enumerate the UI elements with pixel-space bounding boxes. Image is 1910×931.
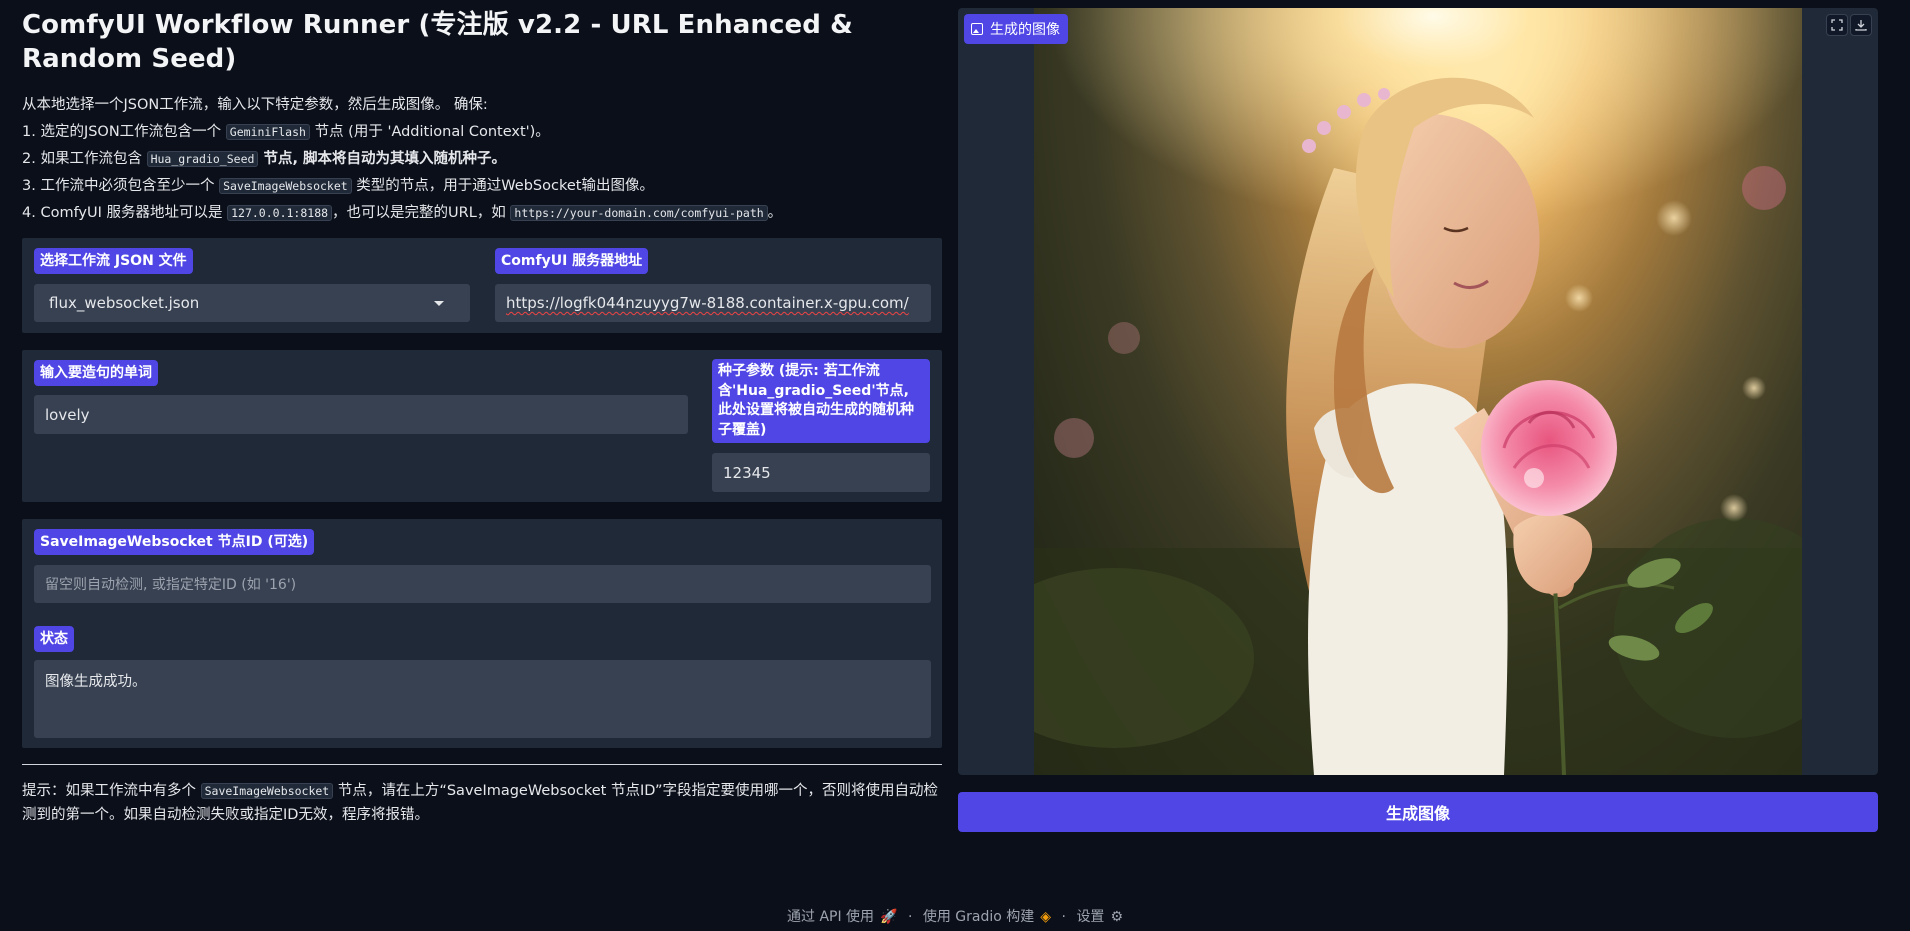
- code-save-image-websocket-tip: SaveImageWebsocket: [200, 783, 334, 799]
- download-icon: [1855, 20, 1867, 31]
- code-local-address: 127.0.0.1:8188: [227, 205, 333, 221]
- status-value: 图像生成成功。: [45, 674, 147, 690]
- image-output-label: 生成的图像: [964, 14, 1068, 44]
- instructions-intro: 从本地选择一个JSON工作流，输入以下特定参数，然后生成图像。 确保:: [22, 97, 488, 113]
- code-url-example: https://your-domain.com/comfyui-path: [510, 205, 768, 221]
- page-title: ComfyUI Workflow Runner (专注版 v2.2 - URL …: [22, 10, 853, 74]
- divider: [22, 764, 942, 765]
- gear-icon: ⚙: [1110, 909, 1123, 925]
- code-gemini-flash: GeminiFlash: [225, 124, 310, 140]
- server-label: ComfyUI 服务器地址: [495, 248, 649, 274]
- status-label: 状态: [34, 626, 74, 652]
- image-output-panel: 生成的图像: [958, 8, 1878, 775]
- code-hua-gradio-seed: Hua_gradio_Seed: [146, 151, 259, 167]
- generate-image-button[interactable]: 生成图像: [958, 792, 1878, 832]
- word-input[interactable]: lovely: [34, 395, 688, 434]
- word-value: lovely: [45, 405, 90, 424]
- params-panel: 输入要造句的单词 lovely 种子参数 (提示: 若工作流含'Hua_grad…: [22, 350, 942, 502]
- fullscreen-icon: [1831, 19, 1843, 31]
- node-id-placeholder: 留空则自动检测, 或指定特定ID (如 '16'): [45, 577, 297, 593]
- instructions-line-1: 1. 选定的JSON工作流包含一个 GeminiFlash 节点 (用于 'Ad…: [22, 124, 550, 140]
- instructions-line-3: 3. 工作流中必须包含至少一个 SaveImageWebsocket 类型的节点…: [22, 178, 654, 194]
- node-id-label: SaveImageWebsocket 节点ID (可选): [34, 529, 315, 555]
- workflow-selected-value: flux_websocket.json: [49, 294, 200, 312]
- code-save-image-websocket: SaveImageWebsocket: [219, 178, 352, 194]
- word-label: 输入要造句的单词: [34, 360, 158, 386]
- output-settings-panel: SaveImageWebsocket 节点ID (可选) 留空则自动检测, 或指…: [22, 519, 942, 748]
- config-panel: 选择工作流 JSON 文件 flux_websocket.json ComfyU…: [22, 238, 942, 333]
- instructions-line-4: 4. ComfyUI 服务器地址可以是 127.0.0.1:8188 ，也可以是完…: [22, 205, 783, 221]
- server-url-input[interactable]: https://logfk044nzuyyg7w-8188.container.…: [495, 284, 931, 322]
- footer-gradio-link[interactable]: 使用 Gradio 构建: [923, 909, 1034, 925]
- footer-api-link[interactable]: 通过 API 使用: [787, 909, 874, 925]
- left-column: ComfyUI Workflow Runner (专注版 v2.2 - URL …: [22, 8, 942, 227]
- chevron-down-icon: [434, 301, 444, 306]
- seed-label: 种子参数 (提示: 若工作流含'Hua_gradio_Seed'节点, 此处设置…: [712, 359, 930, 443]
- download-button[interactable]: [1850, 14, 1872, 36]
- instructions: 从本地选择一个JSON工作流，输入以下特定参数，然后生成图像。 确保: 1. 选…: [22, 92, 942, 227]
- workflow-label: 选择工作流 JSON 文件: [34, 248, 193, 274]
- instructions-line-2: 2. 如果工作流包含 Hua_gradio_Seed 节点, 脚本将自动为其填入…: [22, 151, 507, 167]
- seed-value: 12345: [723, 463, 771, 482]
- fullscreen-button[interactable]: [1826, 14, 1848, 36]
- seed-input[interactable]: 12345: [712, 453, 930, 492]
- gradio-logo-icon: ◈: [1040, 909, 1052, 925]
- tip-text: 提示：如果工作流中有多个 SaveImageWebsocket 节点，请在上方“…: [22, 783, 939, 823]
- app-root: ComfyUI Workflow Runner (专注版 v2.2 - URL …: [0, 0, 1910, 931]
- footer-separator-2: ·: [1061, 909, 1066, 925]
- image-icon: [971, 23, 983, 35]
- generated-image-illustration: [1034, 8, 1802, 775]
- footer-separator-1: ·: [907, 909, 913, 925]
- server-url-value: https://logfk044nzuyyg7w-8188.container.…: [506, 294, 909, 312]
- generated-image[interactable]: [1034, 8, 1802, 775]
- rocket-icon: 🚀: [880, 909, 898, 925]
- footer: 通过 API 使用 🚀 · 使用 Gradio 构建 ◈ · 设置 ⚙: [0, 906, 1910, 926]
- footer-settings-link[interactable]: 设置: [1076, 909, 1104, 925]
- node-id-input[interactable]: 留空则自动检测, 或指定特定ID (如 '16'): [34, 565, 931, 603]
- workflow-dropdown[interactable]: flux_websocket.json: [34, 284, 470, 322]
- status-textbox[interactable]: 图像生成成功。: [34, 660, 931, 738]
